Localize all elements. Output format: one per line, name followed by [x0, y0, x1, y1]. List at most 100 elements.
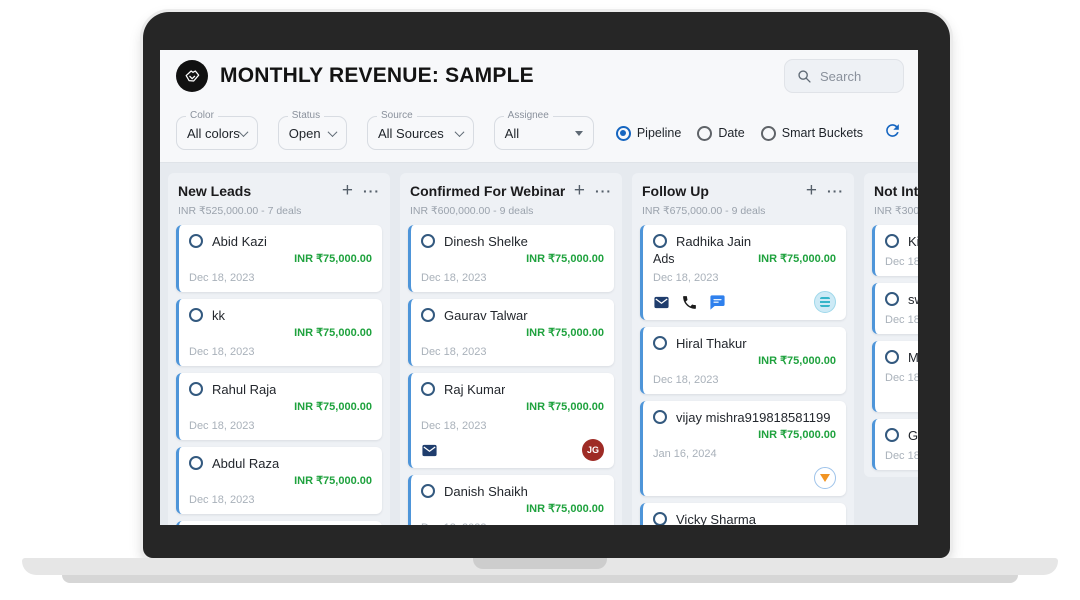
column-title: Not Inte — [874, 183, 918, 199]
search-box[interactable] — [784, 59, 904, 93]
pipeline-column: Follow Up+···INR ₹675,000.00 - 9 dealsRa… — [632, 173, 854, 525]
lead-actions-row — [653, 467, 836, 489]
lead-name: swa — [908, 292, 918, 307]
lead-select-circle[interactable] — [885, 350, 899, 364]
mail-icon[interactable] — [653, 294, 670, 311]
lead-select-circle[interactable] — [421, 484, 435, 498]
view-option-pipeline[interactable]: Pipeline — [616, 126, 681, 141]
lead-date: Dec 18, 2023 — [421, 346, 604, 359]
lead-select-circle[interactable] — [653, 234, 667, 248]
lead-name: Abdul Raza — [212, 456, 279, 471]
filter-source[interactable]: SourceAll Sources — [367, 116, 474, 150]
lead-card[interactable]: Radhika JainAdsINR ₹75,000.00Dec 18, 202… — [640, 225, 846, 320]
lead-card[interactable]: Rahul RajaINR ₹75,000.00Dec 18, 2023 — [176, 373, 382, 440]
lead-select-circle[interactable] — [653, 410, 667, 424]
filter-value: All Sources — [378, 126, 444, 141]
lead-card[interactable]: Abdul RazaINR ₹75,000.00Dec 18, 2023 — [176, 447, 382, 514]
lead-name: kk — [212, 308, 225, 323]
lead-name: Danish Shaikh — [444, 484, 528, 499]
search-input[interactable] — [820, 69, 890, 84]
lead-select-circle[interactable] — [885, 428, 899, 442]
filter-label: Color — [186, 110, 218, 122]
column-header: Not Inte+··· — [864, 181, 918, 199]
lead-actions-row: JG — [421, 439, 604, 461]
lead-date: Dec 18, 2023 — [189, 420, 372, 433]
column-summary: INR ₹300,0 — [864, 199, 918, 225]
lead-name: Gaurav Talwar — [444, 308, 528, 323]
lead-value-row: INR ₹75,000.00 — [653, 427, 836, 442]
lead-select-circle[interactable] — [421, 308, 435, 322]
lead-card[interactable]: Raj KumarINR ₹75,000.00Dec 18, 2023JG — [408, 373, 614, 468]
lead-value: INR ₹75,000.00 — [294, 474, 372, 487]
filter-status[interactable]: StatusOpen — [278, 116, 347, 150]
lead-name: Raj Kumar — [444, 382, 505, 397]
column-actions: + ··· — [806, 183, 844, 199]
add-lead-icon[interactable]: + — [342, 183, 353, 199]
lead-value: INR ₹75,000.00 — [758, 252, 836, 265]
lead-select-circle[interactable] — [189, 234, 203, 248]
lead-card[interactable]: Hiral ThakurINR ₹75,000.00Dec 18, 2023 — [640, 327, 846, 394]
column-summary: INR ₹675,000.00 - 9 deals — [632, 199, 854, 225]
filter-label: Source — [377, 110, 417, 122]
lead-card[interactable]: vijay mishra919818581199INR ₹75,000.00Ja… — [640, 401, 846, 496]
lead-card[interactable]: Gaurav TalwarINR ₹75,000.00Dec 18, 2023 — [408, 299, 614, 366]
phone-icon[interactable] — [681, 294, 698, 311]
kanban-board: New Leads+···INR ₹525,000.00 - 7 dealsAb… — [160, 162, 918, 525]
lead-select-circle[interactable] — [421, 234, 435, 248]
lead-name: Rahul Raja — [212, 382, 276, 397]
lead-name: Kira — [908, 234, 918, 249]
lead-card[interactable]: GarDec 18, 2 — [872, 419, 918, 470]
lead-date: Dec 18, 2023 — [189, 346, 372, 359]
lead-value: INR ₹75,000.00 — [294, 252, 372, 265]
lead-select-circle[interactable] — [885, 292, 899, 306]
lead-name-row: vijay mishra919818581199 — [653, 408, 836, 426]
search-icon — [797, 69, 812, 84]
lead-select-circle[interactable] — [653, 512, 667, 525]
lead-select-circle[interactable] — [189, 308, 203, 322]
column-menu-icon[interactable]: ··· — [595, 186, 612, 196]
refresh-button[interactable] — [883, 121, 902, 145]
mail-icon[interactable] — [421, 442, 438, 459]
pipeline-column: New Leads+···INR ₹525,000.00 - 7 dealsAb… — [168, 173, 390, 525]
view-option-date[interactable]: Date — [697, 126, 744, 141]
lead-source-label: Ads — [653, 252, 675, 266]
app-screen: MONTHLY REVENUE: SAMPLE ColorAll colorsS… — [160, 50, 918, 525]
add-lead-icon[interactable]: + — [574, 183, 585, 199]
lead-card[interactable]: kkINR ₹75,000.00Dec 18, 2023 — [176, 299, 382, 366]
lead-name-row: Gar — [885, 426, 918, 444]
lead-select-circle[interactable] — [421, 382, 435, 396]
chevron-down-icon — [454, 127, 464, 137]
lead-name: Gar — [908, 428, 918, 443]
lead-date: Dec 18, 2023 — [421, 420, 604, 433]
lead-select-circle[interactable] — [189, 456, 203, 470]
column-menu-icon[interactable]: ··· — [363, 186, 380, 196]
lead-card[interactable]: KiraDec 18, 2 — [872, 225, 918, 276]
filter-color[interactable]: ColorAll colors — [176, 116, 258, 150]
lead-card[interactable] — [176, 521, 382, 525]
column-menu-icon[interactable]: ··· — [827, 186, 844, 196]
view-option-smart-buckets[interactable]: Smart Buckets — [761, 126, 863, 141]
lead-card[interactable]: Danish ShaikhINR ₹75,000.00Dec 18, 2023 — [408, 475, 614, 525]
lead-select-circle[interactable] — [885, 234, 899, 248]
column-header: Confirmed For Webinar + ··· — [400, 181, 622, 199]
lead-card[interactable]: Vicky Sharma — [640, 503, 846, 525]
laptop-notch — [473, 558, 607, 569]
lead-card[interactable]: MarDec 18, 2 — [872, 341, 918, 412]
lead-card[interactable]: swaDec 18, 2 — [872, 283, 918, 334]
teal-logo-icon — [820, 297, 830, 307]
radio-icon — [761, 126, 776, 141]
lead-card[interactable]: Dinesh ShelkeINR ₹75,000.00Dec 18, 2023 — [408, 225, 614, 292]
lead-select-circle[interactable] — [189, 382, 203, 396]
lead-value: INR ₹75,000.00 — [758, 428, 836, 441]
lead-select-circle[interactable] — [653, 336, 667, 350]
chat-icon[interactable] — [709, 294, 726, 311]
lead-value: INR ₹75,000.00 — [758, 354, 836, 367]
add-lead-icon[interactable]: + — [806, 183, 817, 199]
column-title: Confirmed For Webinar — [410, 183, 565, 199]
filter-assignee[interactable]: AssigneeAll — [494, 116, 594, 150]
view-option-label: Pipeline — [637, 126, 681, 140]
lead-card[interactable]: Abid KaziINR ₹75,000.00Dec 18, 2023 — [176, 225, 382, 292]
view-option-label: Smart Buckets — [782, 126, 863, 140]
lead-date: Dec 18, 2023 — [653, 272, 836, 285]
handshake-logo-icon — [176, 60, 208, 92]
